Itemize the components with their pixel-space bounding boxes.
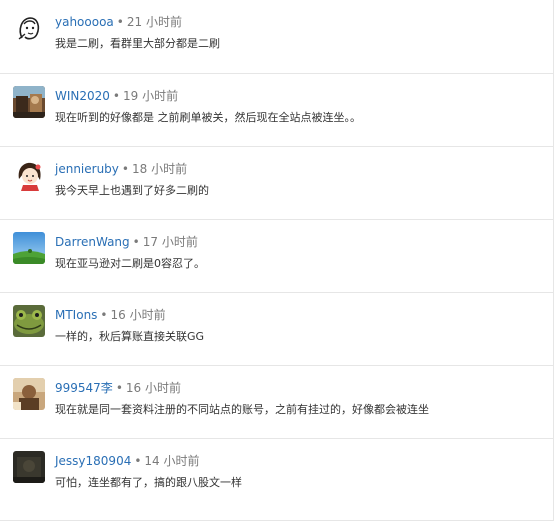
author-link[interactable]: Jessy180904 <box>55 454 131 468</box>
timestamp-link[interactable]: 19 小时前 <box>123 89 178 103</box>
comment-item: 999547李 • 16 小时前 现在就是同一套资料注册的不同站点的账号，之前有挂过… <box>0 365 553 438</box>
timestamp-link[interactable]: 18 小时前 <box>132 162 187 176</box>
comment-text: 我是二刷，看群里大部分都是二刷 <box>55 37 220 50</box>
comment-meta: DarrenWang • 17 小时前 <box>55 234 198 250</box>
meta-separator: • <box>132 235 140 249</box>
timestamp-link[interactable]: 21 小时前 <box>127 15 182 29</box>
comment-list: yahooooa • 21 小时前 我是二刷，看群里大部分都是二刷 WIN2020 •… <box>0 0 554 521</box>
meta-separator: • <box>116 15 124 29</box>
comment-text: 一样的，秋后算账直接关联GG <box>55 330 205 343</box>
dark-photo-icon[interactable] <box>13 451 45 483</box>
timestamp-link[interactable]: 14 小时前 <box>144 454 199 468</box>
comment-text: 现在听到的好像都是 之前刷单被关，然后现在全站点被连坐。。 <box>55 111 361 124</box>
timestamp-link[interactable]: 16 小时前 <box>126 381 181 395</box>
comment-meta: Jessy180904 • 14 小时前 <box>55 453 200 469</box>
comment-item: jennieruby • 18 小时前 我今天早上也遇到了好多二刷的 <box>0 146 553 219</box>
comment-item: yahooooa • 21 小时前 我是二刷，看群里大部分都是二刷 <box>0 0 553 73</box>
comment-item: Jessy180904 • 14 小时前 可怕，连坐都有了，搞的跟八股文一样 <box>0 438 553 511</box>
comment-text: 我今天早上也遇到了好多二刷的 <box>55 184 209 197</box>
comment-text: 可怕，连坐都有了，搞的跟八股文一样 <box>55 476 242 489</box>
meta-separator: • <box>112 89 120 103</box>
comment-meta: 999547李 • 16 小时前 <box>55 380 181 396</box>
comment-meta: yahooooa • 21 小时前 <box>55 14 182 30</box>
author-link[interactable]: WIN2020 <box>55 89 110 103</box>
author-link[interactable]: 999547李 <box>55 381 113 395</box>
photo-avatar-icon[interactable] <box>13 86 45 118</box>
author-link[interactable]: yahooooa <box>55 15 114 29</box>
author-link[interactable]: MTIons <box>55 308 97 322</box>
comment-meta: MTIons • 16 小时前 <box>55 307 166 323</box>
meta-separator: • <box>115 381 123 395</box>
timestamp-link[interactable]: 16 小时前 <box>111 308 166 322</box>
portrait-sketch-icon[interactable] <box>13 12 45 44</box>
landscape-icon[interactable] <box>13 232 45 264</box>
meta-separator: • <box>134 454 142 468</box>
comment-text: 现在就是同一套资料注册的不同站点的账号，之前有挂过的，好像都会被连坐 <box>55 403 429 416</box>
comment-meta: WIN2020 • 19 小时前 <box>55 88 178 104</box>
comment-item: MTIons • 16 小时前 一样的，秋后算账直接关联GG <box>0 292 553 365</box>
author-link[interactable]: DarrenWang <box>55 235 130 249</box>
meta-separator: • <box>100 308 108 322</box>
comment-text: 现在亚马逊对二刷是0容忍了。 <box>55 257 205 270</box>
frog-icon[interactable] <box>13 305 45 337</box>
timestamp-link[interactable]: 17 小时前 <box>143 235 198 249</box>
meta-separator: • <box>121 162 129 176</box>
comment-meta: jennieruby • 18 小时前 <box>55 161 187 177</box>
photo-avatar-icon[interactable] <box>13 378 45 410</box>
comment-item: WIN2020 • 19 小时前 现在听到的好像都是 之前刷单被关，然后现在全站点被… <box>0 73 553 146</box>
author-link[interactable]: jennieruby <box>55 162 119 176</box>
comment-item: DarrenWang • 17 小时前 现在亚马逊对二刷是0容忍了。 <box>0 219 553 292</box>
cartoon-girl-icon[interactable] <box>13 159 45 191</box>
